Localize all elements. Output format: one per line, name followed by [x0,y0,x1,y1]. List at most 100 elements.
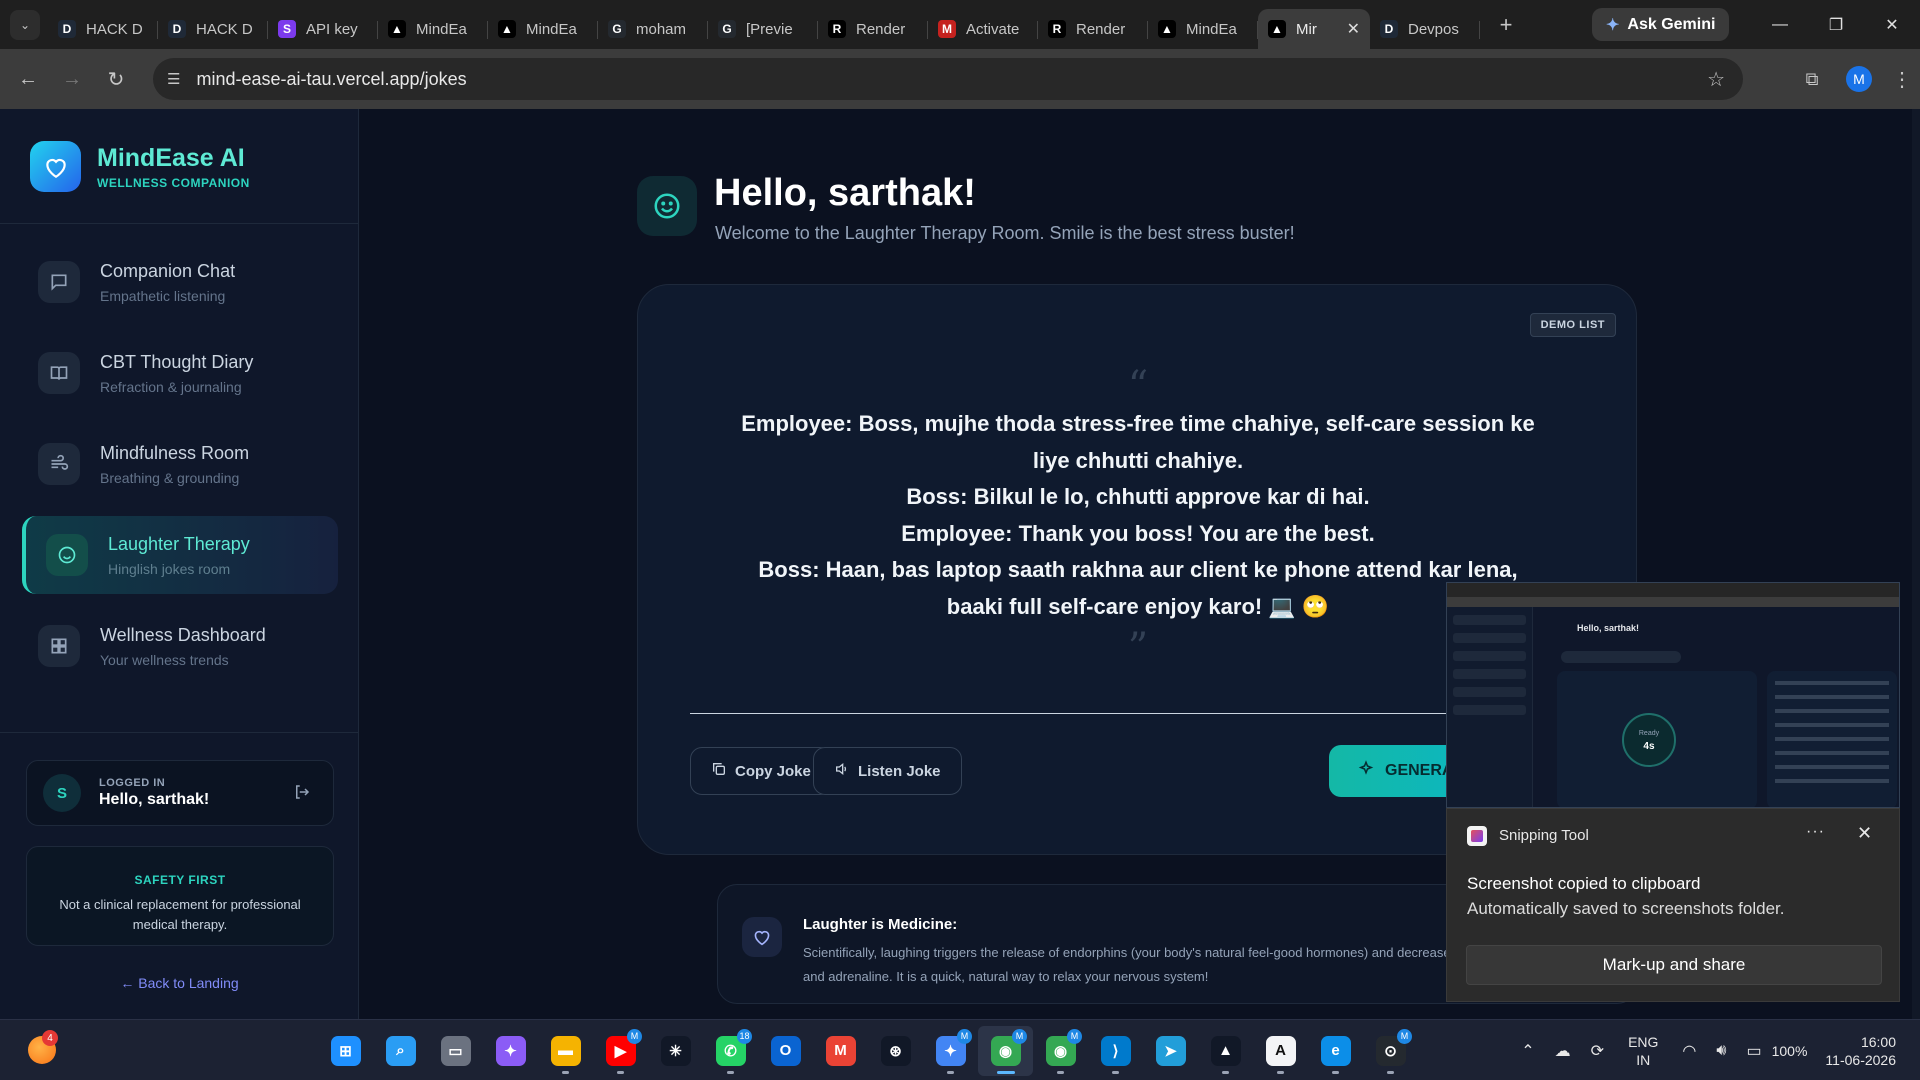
taskbar-antigravity[interactable]: A [1253,1026,1308,1076]
browser-tab[interactable]: D HACK D [158,9,268,49]
taskbar-outlook[interactable]: O [758,1026,813,1076]
browser-tab[interactable]: Gmoham [598,9,708,49]
brand-name: MindEase AI [97,143,245,172]
taskbar-youtube[interactable]: ▶ M [593,1026,648,1076]
joke-line: Employee: Thank you boss! You are the be… [901,520,1375,546]
taskbar-start[interactable]: ⊞ [318,1026,373,1076]
tab-close-icon[interactable]: ✕ [1347,19,1360,39]
page-title: Hello, sarthak! [714,172,976,214]
taskbar-chatgpt[interactable]: ⊛ [868,1026,923,1076]
toolbar-right: ⧉ M ⋮ [1790,49,1920,109]
new-tab-button[interactable]: + [1494,12,1518,38]
reload-icon[interactable]: ↻ [94,57,138,101]
taskbar-task-view[interactable]: ▭ [428,1026,483,1076]
extensions-puzzle-icon[interactable]: ⧉ [1790,69,1834,90]
forward-arrow-icon[interactable]: → [50,57,94,101]
page-scrollbar[interactable] [1912,109,1920,1019]
back-to-landing-link[interactable]: ← Back to Landing [0,975,359,991]
taskbar-search[interactable]: ⌕ [373,1026,428,1076]
logout-icon[interactable] [293,783,311,806]
browser-tab[interactable]: S API key [268,9,378,49]
taskbar-vercel[interactable]: ▲ [1198,1026,1253,1076]
more-options-icon[interactable]: ··· [1806,823,1825,841]
markup-share-button[interactable]: Mark-up and share [1466,945,1882,985]
ask-gemini-button[interactable]: ✦ Ask Gemini [1592,8,1730,41]
minimize-icon[interactable]: — [1752,0,1808,49]
browser-tab[interactable]: ▲ Mir ✕ [1258,9,1370,49]
snipping-tool-icon [1467,826,1487,846]
start-icon: ⊞ [330,1035,361,1066]
cloud-icon[interactable]: ☁ [1555,1041,1571,1061]
safety-title: SAFETY FIRST [134,873,226,887]
toast-title: Screenshot copied to clipboard [1467,874,1701,893]
taskbar-edge[interactable]: e [1308,1026,1363,1076]
brand[interactable]: MindEase AI WELLNESS COMPANION [30,141,250,192]
listen-joke-button[interactable]: Listen Joke [813,747,962,795]
copy-icon [711,761,727,781]
taskbar-telegram[interactable]: ➤ [1143,1026,1198,1076]
restore-icon[interactable]: ❐ [1808,0,1864,49]
browser-tab[interactable]: M Activate [928,9,1038,49]
taskbar-copilot[interactable]: ✦ [483,1026,538,1076]
browser-tab[interactable]: R Render [1038,9,1148,49]
toast-body: Automatically saved to screenshots folde… [1467,899,1785,918]
sidebar-item-companion-chat[interactable]: Companion Chat Empathetic listening [22,243,338,321]
browser-tab[interactable]: ▲ MindEa [488,9,598,49]
taskbar-badge: M [1397,1028,1412,1044]
bookmark-star-icon[interactable]: ☆ [1707,67,1725,92]
thumb-timer: Ready 4s [1622,713,1676,767]
volume-icon[interactable]: 🔊︎ [1716,1042,1726,1060]
browser-tab[interactable]: D HACK D [48,9,158,49]
tab-favicon-icon: ▲ [388,20,406,38]
tab-favicon-icon: D [168,20,186,38]
taskbar-gemini[interactable]: ✦ M [923,1026,978,1076]
sidebar-item-sublabel: Your wellness trends [100,651,229,668]
toast-app-name: Snipping Tool [1499,827,1589,844]
sidebar-item-label: Wellness Dashboard [100,624,266,645]
sidebar-item-mindfulness-room[interactable]: Mindfulness Room Breathing & grounding [22,425,338,503]
chevron-up-icon[interactable]: ⌃ [1521,1041,1534,1061]
language-code: ENG [1628,1033,1659,1050]
close-icon[interactable]: ✕ [1857,823,1872,844]
browser-tab[interactable]: ▲ MindEa [378,9,488,49]
profile-avatar[interactable]: M [1846,66,1872,92]
tab-label: Render [1076,20,1126,38]
kebab-menu-icon[interactable]: ⋮ [1884,67,1920,92]
sidebar-item-cbt-thought-diary[interactable]: CBT Thought Diary Refraction & journaling [22,334,338,412]
back-arrow-icon[interactable]: ← [6,57,50,101]
clock[interactable]: 16:00 11-06-2026 [1825,1033,1896,1069]
sparkles-icon [1357,759,1375,783]
browser-tab[interactable]: R Render [818,9,928,49]
sidebar-item-wellness-dashboard[interactable]: Wellness Dashboard Your wellness trends [22,607,338,685]
wind-icon [38,443,80,485]
browser-tab[interactable]: G [Previe [708,9,818,49]
taskbar-github[interactable]: ⊙ M [1363,1026,1418,1076]
taskbar-perplexity[interactable]: ✳ [648,1026,703,1076]
clock-time: 16:00 [1860,1033,1896,1050]
taskbar-vscode[interactable]: ⟩ [1088,1026,1143,1076]
safety-text: Not a clinical replacement for professio… [59,897,301,932]
safety-notice: SAFETY FIRST Not a clinical replacement … [26,846,334,946]
taskbar-gmail[interactable]: M [813,1026,868,1076]
language-indicator[interactable]: ENG IN [1628,1033,1658,1069]
sidebar-item-laughter-therapy[interactable]: Laughter Therapy Hinglish jokes room [22,516,338,594]
screenshot-thumbnail[interactable]: Hello, sarthak! Ready 4s [1446,582,1900,808]
taskbar-chrome[interactable]: ◉ M [978,1025,1033,1076]
taskbar-chrome-profile[interactable]: ◉ M [1033,1026,1088,1076]
copy-joke-button[interactable]: Copy Joke [690,747,832,795]
sync-icon[interactable]: ⟳ [1591,1041,1604,1061]
vercel-icon: ▲ [1210,1035,1241,1066]
taskbar-whatsapp[interactable]: ✆ 18 [703,1026,758,1076]
site-settings-icon[interactable]: ☰ [167,70,180,88]
battery-icon[interactable]: ▭ [1746,1041,1761,1061]
address-bar[interactable]: ☰ mind-ease-ai-tau.vercel.app/jokes ☆ [153,58,1743,100]
wifi-icon[interactable]: ◠ [1682,1041,1696,1061]
tab-search-button[interactable]: ⌄ [10,9,40,40]
browser-tab[interactable]: ▲ MindEa [1148,9,1258,49]
sidebar-item-text: CBT Thought Diary Refraction & journaling [100,352,253,395]
sidebar-item-sublabel: Breathing & grounding [100,469,240,486]
taskbar-file-explorer[interactable]: ▬ [538,1026,593,1076]
close-window-icon[interactable]: ✕ [1864,0,1920,49]
browser-tab[interactable]: D Devpos [1370,9,1480,49]
tab-label: HACK D [196,20,253,38]
